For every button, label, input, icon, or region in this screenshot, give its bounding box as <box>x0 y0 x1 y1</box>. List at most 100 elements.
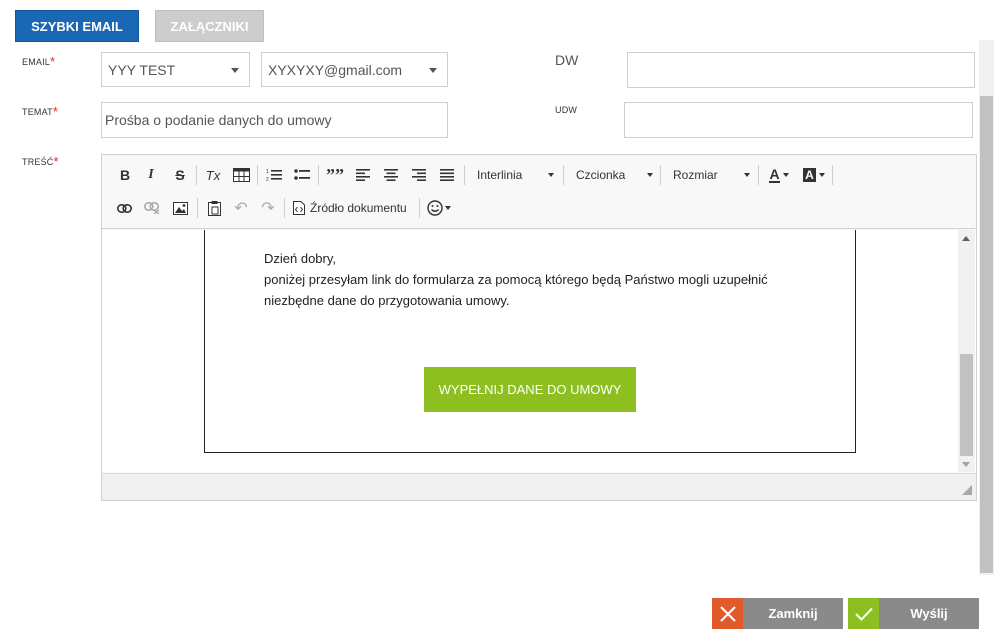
line-height-dropdown[interactable]: Interlinia <box>477 164 554 186</box>
chevron-down-icon <box>548 173 554 177</box>
chevron-down-icon <box>445 206 451 210</box>
toolbar-separator <box>419 198 420 218</box>
smiley-icon <box>427 200 443 216</box>
body-line: poniżej przesyłam link do formularza za … <box>264 272 768 287</box>
subject-label-text: TEMAT <box>22 107 53 117</box>
align-center-button[interactable] <box>380 164 402 186</box>
image-icon <box>172 201 188 215</box>
chevron-down-icon <box>231 68 239 73</box>
strikethrough-button[interactable]: S <box>169 164 191 186</box>
toolbar-separator <box>197 198 198 218</box>
bulleted-list-icon <box>294 169 310 180</box>
numbered-list-icon: 1 2 <box>266 169 282 182</box>
svg-text:1: 1 <box>266 169 269 175</box>
email-body-text[interactable]: Dzień dobry, poniżej przesyłam link do f… <box>264 248 824 311</box>
background-color-button[interactable]: A <box>800 164 828 186</box>
align-right-button[interactable] <box>408 164 430 186</box>
subject-input[interactable]: Prośba o podanie danych do umowy <box>101 102 448 138</box>
text-color-button[interactable]: A <box>765 164 793 186</box>
chevron-down-icon <box>744 173 750 177</box>
tab-attachments[interactable]: ZAŁĄCZNIKI <box>155 10 264 42</box>
italic-button[interactable]: I <box>140 164 162 186</box>
font-label: Czcionka <box>576 168 626 182</box>
clear-format-icon: Tx <box>205 167 221 183</box>
editor-status-bar <box>102 473 976 500</box>
align-left-icon <box>356 169 370 181</box>
font-size-label: Rozmiar <box>673 168 718 182</box>
source-icon <box>293 201 305 215</box>
toolbar-separator <box>257 165 258 185</box>
source-label: Źródło dokumentu <box>310 201 407 215</box>
align-right-icon <box>412 169 426 181</box>
email-select[interactable]: XYXYXY@gmail.com <box>261 52 448 87</box>
chevron-down-icon <box>429 68 437 73</box>
image-button[interactable] <box>169 197 191 219</box>
toolbar-separator <box>284 198 285 218</box>
fill-contract-data-button[interactable]: WYPEŁNIJ DANE DO UMOWY <box>424 367 636 412</box>
content-label: TREŚĆ* <box>22 153 59 169</box>
editor-toolbar: B I S Tx 1 2 ”” Interlinia Czcionka Rozm… <box>102 155 976 229</box>
paste-icon <box>207 200 221 216</box>
toolbar-separator <box>832 165 833 185</box>
table-button[interactable] <box>230 164 252 186</box>
source-button[interactable]: Źródło dokumentu <box>293 197 413 219</box>
sender-select[interactable]: YYY TEST <box>101 52 250 87</box>
subject-label: TEMAT* <box>22 103 58 119</box>
cc-label: DW <box>555 52 579 68</box>
scroll-up-icon[interactable] <box>962 236 970 241</box>
link-icon <box>116 203 132 213</box>
blockquote-button[interactable]: ”” <box>324 164 346 186</box>
unlink-button[interactable] <box>141 197 163 219</box>
toolbar-separator <box>464 165 465 185</box>
required-marker: * <box>50 54 56 69</box>
checkmark-icon <box>848 598 879 629</box>
emoji-button[interactable] <box>424 197 454 219</box>
toolbar-separator <box>660 165 661 185</box>
scroll-down-icon[interactable] <box>962 462 970 467</box>
cc-input[interactable] <box>627 52 975 88</box>
redo-icon: ↷ <box>261 200 275 217</box>
email-label-text: EMAIL <box>22 57 51 67</box>
blockquote-icon: ”” <box>326 164 344 185</box>
editor-scrollbar-thumb[interactable] <box>960 354 973 456</box>
toolbar-separator <box>318 165 319 185</box>
justify-button[interactable] <box>436 164 458 186</box>
send-button[interactable]: Wyślij <box>848 598 979 629</box>
justify-icon <box>440 169 454 181</box>
undo-button[interactable]: ↶ <box>230 197 252 219</box>
paste-button[interactable] <box>203 197 225 219</box>
email-label: EMAIL* <box>22 53 56 69</box>
greeting-text: Dzień dobry, <box>264 251 337 266</box>
chevron-down-icon <box>818 173 825 177</box>
chevron-down-icon <box>647 173 653 177</box>
align-left-button[interactable] <box>352 164 374 186</box>
numbered-list-button[interactable]: 1 2 <box>263 164 285 186</box>
tab-quick-email[interactable]: SZYBKI EMAIL <box>15 10 139 42</box>
line-height-label: Interlinia <box>477 168 523 182</box>
link-button[interactable] <box>113 197 135 219</box>
chevron-down-icon <box>782 173 789 177</box>
content-label-text: TREŚĆ <box>22 157 54 167</box>
bulleted-list-button[interactable] <box>291 164 313 186</box>
bcc-input[interactable] <box>624 102 973 138</box>
send-button-label: Wyślij <box>879 598 979 629</box>
table-icon <box>232 168 250 182</box>
email-select-value: XYXYXY@gmail.com <box>268 61 403 78</box>
toolbar-separator <box>758 165 759 185</box>
toolbar-separator <box>196 165 197 185</box>
undo-icon: ↶ <box>234 200 248 217</box>
text-color-icon: A <box>769 166 780 183</box>
clear-format-button[interactable]: Tx <box>202 164 224 186</box>
resize-handle-icon[interactable] <box>962 485 972 495</box>
align-center-icon <box>384 169 398 181</box>
background-color-icon: A <box>803 168 816 182</box>
redo-button[interactable]: ↷ <box>257 197 279 219</box>
page-scrollbar-thumb[interactable] <box>980 96 993 573</box>
required-marker: * <box>53 154 59 169</box>
close-button[interactable]: Zamknij <box>712 598 843 629</box>
close-button-label: Zamknij <box>743 598 843 629</box>
font-size-dropdown[interactable]: Rozmiar <box>673 164 750 186</box>
font-dropdown[interactable]: Czcionka <box>576 164 653 186</box>
bold-button[interactable]: B <box>114 164 136 186</box>
close-icon <box>712 598 743 629</box>
